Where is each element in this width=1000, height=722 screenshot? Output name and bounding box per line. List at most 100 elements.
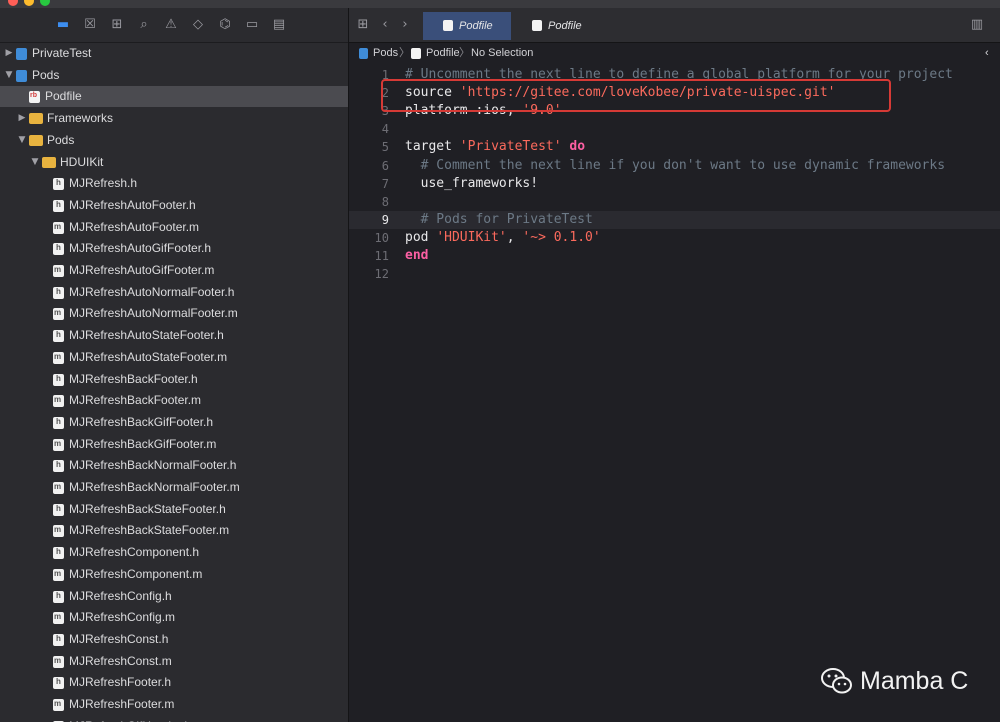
- tree-item[interactable]: MJRefreshAutoStateFooter.h: [0, 325, 348, 346]
- code-line[interactable]: 11 end: [349, 247, 1000, 265]
- tree-item[interactable]: ▼ HDUIKit: [0, 152, 348, 173]
- tree-item[interactable]: MJRefreshConst.m: [0, 651, 348, 672]
- code-text: # Comment the next line if you don't wan…: [405, 157, 945, 175]
- tree-item[interactable]: ▶ Frameworks: [0, 108, 348, 129]
- tab-podfile[interactable]: Podfile: [423, 12, 511, 40]
- ruby-file-icon: [443, 20, 453, 31]
- tree-item[interactable]: MJRefreshBackNormalFooter.m: [0, 477, 348, 498]
- code-string: 'PrivateTest': [459, 139, 562, 155]
- tree-item[interactable]: ▼ Pods: [0, 65, 348, 86]
- line-number: 8: [381, 194, 389, 209]
- breakpoint-icon[interactable]: ▭: [244, 17, 260, 33]
- header-file-icon: [53, 459, 64, 473]
- tree-item[interactable]: MJRefreshBackGifFooter.m: [0, 434, 348, 455]
- test-diamond-icon[interactable]: ◇: [190, 17, 206, 33]
- chevron-left-icon[interactable]: ‹: [377, 17, 393, 33]
- disclosure-down-icon[interactable]: ▼: [30, 152, 40, 173]
- code-line[interactable]: 8: [349, 193, 1000, 211]
- tree-item[interactable]: MJRefreshComponent.m: [0, 564, 348, 585]
- code-line[interactable]: 12: [349, 265, 1000, 283]
- chevron-right-icon[interactable]: ›: [397, 17, 413, 33]
- zoom-window-button[interactable]: [40, 0, 50, 6]
- tab-bar: ⊞ ‹ › Podfile Podfile ▥: [349, 8, 1000, 43]
- source-file-icon: [53, 264, 64, 277]
- code-token: use_frameworks!: [405, 175, 539, 191]
- tree-item[interactable]: MJRefreshBackNormalFooter.h: [0, 455, 348, 476]
- tab-podfile[interactable]: Podfile: [512, 12, 600, 40]
- search-icon[interactable]: ⌕: [136, 17, 152, 33]
- tree-item-label: MJRefreshComponent.m: [69, 566, 203, 581]
- code-line[interactable]: 6 # Comment the next line if you don't w…: [349, 157, 1000, 175]
- code-line[interactable]: 7 use_frameworks!: [349, 175, 1000, 193]
- tree-item-label: MJRefreshConfig.m: [69, 610, 176, 625]
- grid-icon[interactable]: ⊞: [355, 17, 371, 33]
- code-line[interactable]: 4: [349, 120, 1000, 138]
- source-file-icon: [53, 394, 64, 408]
- tree-item-label: MJRefreshFooter.h: [69, 675, 172, 690]
- jumpbar-selection[interactable]: No Selection: [471, 43, 533, 64]
- folder-icon: [29, 113, 43, 125]
- watermark-text: Mamba C: [860, 667, 969, 695]
- source-editor: ⊞ ‹ › Podfile Podfile ▥ Pods 〉 Podfile 〉 …: [349, 8, 1000, 722]
- tree-item[interactable]: MJRefreshComponent.h: [0, 542, 348, 563]
- window-titlebar: [0, 0, 1000, 8]
- tree-item[interactable]: MJRefreshAutoStateFooter.m: [0, 347, 348, 368]
- tree-item[interactable]: MJRefreshAutoGifFooter.m: [0, 260, 348, 281]
- symbol-navigator-icon[interactable]: ⊞: [109, 17, 125, 33]
- jumpbar-file[interactable]: Podfile: [426, 43, 460, 64]
- tree-item[interactable]: MJRefreshFooter.m: [0, 694, 348, 715]
- tree-item[interactable]: MJRefreshAutoNormalFooter.h: [0, 282, 348, 303]
- tree-item-label: MJRefreshAutoNormalFooter.h: [69, 284, 235, 299]
- tree-item[interactable]: MJRefreshBackFooter.h: [0, 369, 348, 390]
- close-window-button[interactable]: [8, 0, 18, 6]
- tree-item[interactable]: MJRefresh.h: [0, 173, 348, 194]
- report-icon[interactable]: ▤: [271, 17, 287, 33]
- tree-item-label: MJRefreshConst.m: [69, 653, 172, 668]
- folder-icon[interactable]: ▬: [55, 17, 71, 33]
- disclosure-right-icon[interactable]: ▶: [4, 43, 14, 64]
- tree-item[interactable]: MJRefreshConfig.m: [0, 607, 348, 628]
- source-file-icon: [53, 655, 64, 668]
- tree-item[interactable]: Podfile: [0, 86, 348, 108]
- code-line[interactable]: 5 target 'PrivateTest' do: [349, 138, 1000, 156]
- tree-item-label: Podfile: [45, 89, 82, 104]
- minimize-window-button[interactable]: [24, 0, 34, 6]
- header-file-icon: [53, 503, 64, 516]
- tree-item[interactable]: MJRefreshBackStateFooter.h: [0, 499, 348, 520]
- project-file-icon: [16, 69, 27, 82]
- tree-item[interactable]: MJRefreshBackStateFooter.m: [0, 520, 348, 541]
- tree-item[interactable]: ▶ PrivateTest: [0, 43, 348, 64]
- disclosure-down-icon[interactable]: ▼: [4, 65, 14, 86]
- tree-item[interactable]: MJRefreshAutoFooter.h: [0, 195, 348, 216]
- tree-item[interactable]: MJRefreshConfig.h: [0, 586, 348, 607]
- tree-item[interactable]: MJRefreshAutoGifFooter.h: [0, 238, 348, 259]
- header-file-icon: [53, 286, 64, 299]
- inspector-toggle-icon[interactable]: ▥: [969, 17, 985, 33]
- tree-item-label: HDUIKit: [60, 154, 104, 169]
- tree-item-label: MJRefreshBackStateFooter.m: [69, 523, 230, 538]
- line-number: 6: [381, 158, 389, 173]
- tree-item[interactable]: MJRefreshBackFooter.m: [0, 390, 348, 411]
- jumpbar-project[interactable]: Pods: [373, 43, 398, 64]
- ruby-file-icon: [411, 48, 421, 59]
- chevron-left-icon[interactable]: ‹: [985, 43, 989, 64]
- tree-item[interactable]: ▼ Pods: [0, 130, 348, 151]
- project-navigator: ▬ ☒ ⊞ ⌕ ⚠ ◇ ⌬ ▭ ▤ ▶ PrivateTest ▼ Pods Podfi…: [0, 8, 348, 722]
- issue-warning-icon[interactable]: ⚠: [163, 17, 179, 33]
- tree-item[interactable]: MJRefreshAutoNormalFooter.m: [0, 303, 348, 324]
- tree-item[interactable]: MJRefreshFooter.h: [0, 672, 348, 693]
- header-file-icon: [53, 199, 64, 212]
- code-line[interactable]: 10 pod 'HDUIKit', '~> 0.1.0': [349, 229, 1000, 247]
- header-file-icon: [53, 590, 64, 603]
- source-control-icon[interactable]: ☒: [82, 17, 98, 33]
- tree-item[interactable]: MJRefreshAutoFooter.m: [0, 217, 348, 238]
- disclosure-down-icon[interactable]: ▼: [17, 130, 27, 151]
- disclosure-right-icon[interactable]: ▶: [17, 108, 27, 129]
- code-line[interactable]: 9 # Pods for PrivateTest: [349, 210, 1000, 229]
- code-token: pod: [405, 229, 437, 245]
- tree-item[interactable]: MJRefreshConst.h: [0, 629, 348, 650]
- debug-icon[interactable]: ⌬: [217, 17, 233, 33]
- source-file-icon: [53, 438, 64, 451]
- tree-item[interactable]: MJRefreshBackGifFooter.h: [0, 412, 348, 433]
- tree-item[interactable]: MJRefreshGifHeader.h: [0, 716, 348, 722]
